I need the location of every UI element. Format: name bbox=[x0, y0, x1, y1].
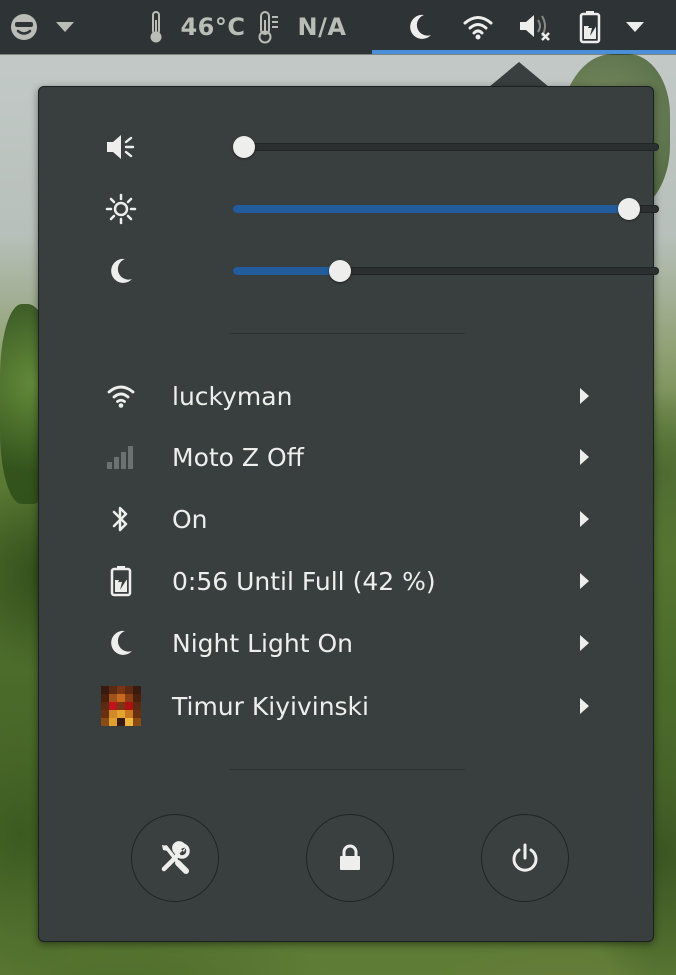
bluetooth-status-label: On bbox=[172, 504, 208, 534]
power-button[interactable] bbox=[481, 814, 569, 902]
night-light-knob[interactable] bbox=[328, 260, 351, 282]
chevron-right-icon bbox=[580, 635, 589, 651]
chevron-right-icon bbox=[580, 511, 589, 527]
chevron-right-icon bbox=[580, 388, 589, 404]
caja-face-icon[interactable] bbox=[4, 0, 44, 54]
user-menu-item[interactable]: Timur Kiyivinski bbox=[99, 678, 619, 734]
night-light-icon bbox=[99, 251, 143, 291]
sensor-readout: N/A bbox=[297, 13, 347, 41]
night-light-slider-row bbox=[99, 251, 659, 291]
system-menu: luckyman Moto Z Off On 0:56 Until Full (… bbox=[38, 86, 659, 942]
brightness-slider[interactable] bbox=[233, 198, 659, 220]
brightness-knob[interactable] bbox=[618, 198, 641, 220]
lock-button[interactable] bbox=[306, 814, 394, 902]
battery-charging-icon[interactable] bbox=[576, 0, 606, 54]
top-bar: 46°C N/A bbox=[0, 0, 676, 54]
chevron-right-icon bbox=[580, 698, 589, 714]
night-light-icon[interactable] bbox=[404, 0, 436, 54]
volume-slider-row bbox=[99, 127, 659, 167]
battery-menu-item[interactable]: 0:56 Until Full (42 %) bbox=[99, 553, 619, 609]
settings-tools-icon bbox=[161, 841, 190, 874]
brightness-slider-row bbox=[99, 189, 659, 229]
user-avatar bbox=[99, 684, 143, 728]
menu-separator bbox=[229, 769, 465, 770]
volume-knob[interactable] bbox=[233, 136, 255, 158]
menu-arrow-icon[interactable] bbox=[622, 0, 648, 54]
bluetooth-menu-item[interactable]: On bbox=[99, 491, 619, 547]
night-light-level bbox=[233, 267, 340, 275]
battery-status-label: 0:56 Until Full (42 %) bbox=[172, 566, 436, 596]
lock-icon bbox=[340, 844, 360, 870]
volume-low-icon[interactable] bbox=[99, 127, 143, 167]
menu-separator bbox=[229, 333, 465, 334]
chevron-right-icon bbox=[580, 573, 589, 589]
brightness-icon bbox=[99, 189, 143, 229]
power-icon bbox=[512, 843, 538, 872]
night-light-slider[interactable] bbox=[233, 260, 659, 282]
thermometer-alt-icon bbox=[255, 0, 283, 54]
bluetooth-icon bbox=[99, 497, 143, 541]
cellular-signal-icon bbox=[99, 435, 143, 479]
popover-arrow bbox=[489, 62, 549, 87]
mobile-broadband-menu-item[interactable]: Moto Z Off bbox=[99, 429, 619, 485]
wifi-network-label: luckyman bbox=[172, 381, 293, 411]
night-light-status-label: Night Light On bbox=[172, 628, 353, 658]
chevron-right-icon bbox=[580, 449, 589, 465]
volume-muted-icon[interactable] bbox=[516, 0, 554, 54]
mobile-device-label: Moto Z Off bbox=[172, 442, 304, 472]
temperature-readout: 46°C bbox=[180, 13, 246, 41]
night-light-menu-item[interactable]: Night Light On bbox=[99, 615, 619, 671]
user-name-label: Timur Kiyivinski bbox=[172, 691, 369, 721]
wifi-icon bbox=[99, 374, 143, 418]
night-light-icon bbox=[99, 621, 143, 665]
settings-button[interactable] bbox=[131, 814, 219, 902]
dropdown-arrow-icon[interactable] bbox=[52, 0, 78, 54]
wifi-menu-item[interactable]: luckyman bbox=[99, 368, 619, 424]
brightness-level bbox=[233, 205, 630, 213]
wifi-icon[interactable] bbox=[462, 0, 494, 54]
volume-slider[interactable] bbox=[233, 136, 659, 158]
active-menu-indicator bbox=[372, 50, 676, 54]
battery-charging-icon bbox=[99, 559, 143, 603]
thermometer-icon bbox=[144, 0, 168, 54]
